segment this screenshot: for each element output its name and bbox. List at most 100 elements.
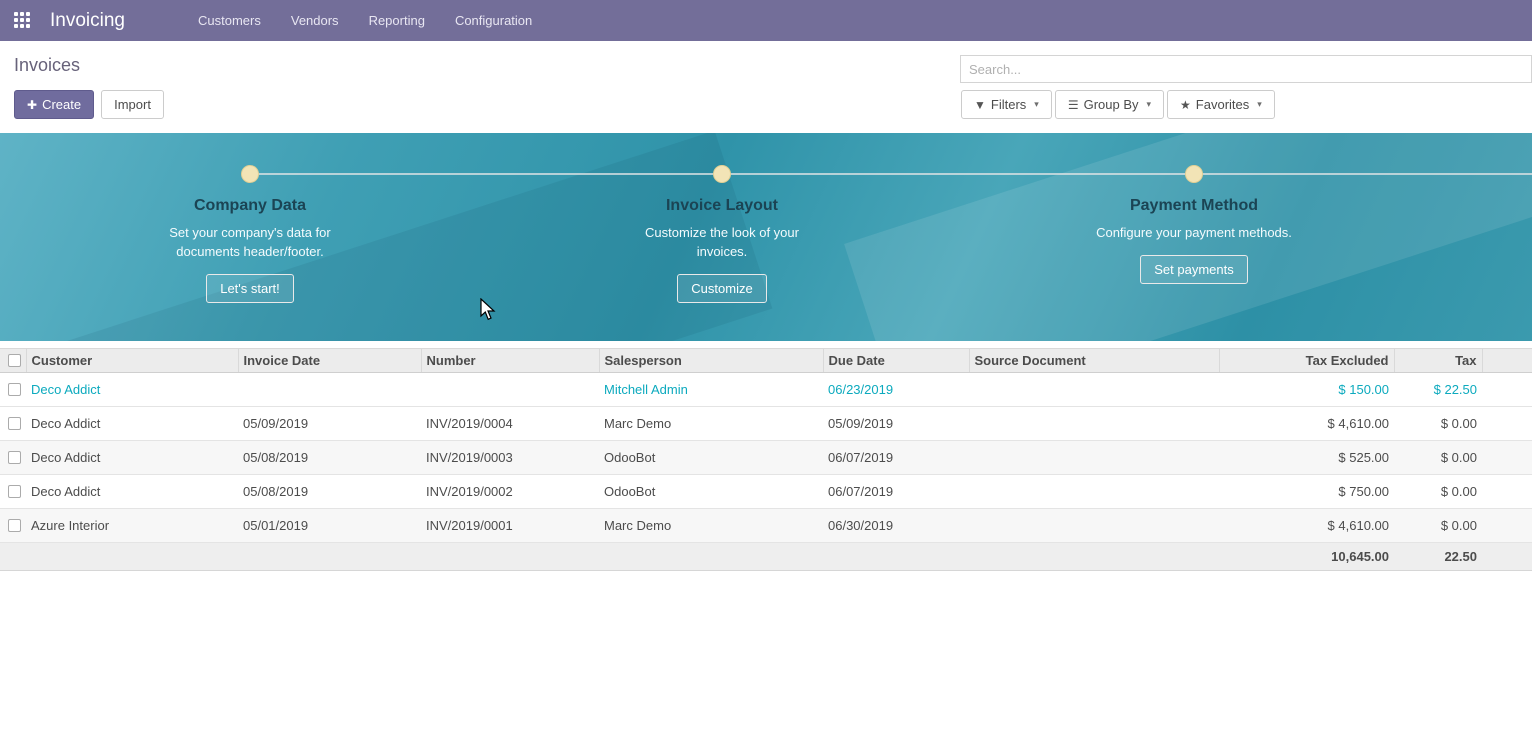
col-customer[interactable]: Customer — [26, 349, 238, 373]
cell-source-document — [969, 509, 1219, 543]
row-select-cell — [0, 441, 26, 475]
cell-source-document — [969, 373, 1219, 407]
row-select-cell — [0, 373, 26, 407]
cell-customer: Deco Addict — [26, 475, 238, 509]
cell-spacer — [1482, 373, 1532, 407]
cell-invoice-date: 05/08/2019 — [238, 441, 421, 475]
group-by-button[interactable]: ☰ Group By ▾ — [1055, 90, 1164, 119]
onboarding-banner: Company Data Set your company's data for… — [0, 133, 1532, 341]
cell-tax: $ 0.00 — [1394, 407, 1482, 441]
import-button[interactable]: Import — [101, 90, 164, 119]
cell-number: INV/2019/0001 — [421, 509, 599, 543]
control-panel: Invoices ✚ Create Import ▼︎ Filters ▾ ☰ … — [0, 41, 1532, 133]
table-header-row: Customer Invoice Date Number Salesperson… — [0, 349, 1532, 373]
table-row[interactable]: Deco Addict 05/08/2019 INV/2019/0003 Odo… — [0, 441, 1532, 475]
col-due-date[interactable]: Due Date — [823, 349, 969, 373]
cell-customer: Azure Interior — [26, 509, 238, 543]
onboarding-step-company-data: Company Data Set your company's data for… — [14, 133, 486, 303]
lets-start-button[interactable]: Let's start! — [206, 274, 294, 303]
col-tax[interactable]: Tax — [1394, 349, 1482, 373]
onboarding-step-payment-method: Payment Method Configure your payment me… — [958, 133, 1430, 284]
cell-salesperson: OdooBot — [599, 475, 823, 509]
cell-tax-excluded: $ 150.00 — [1219, 373, 1394, 407]
cell-salesperson: Marc Demo — [599, 407, 823, 441]
chevron-down-icon: ▾ — [1257, 99, 1262, 110]
menu-customers[interactable]: Customers — [183, 0, 276, 41]
cell-salesperson: Mitchell Admin — [599, 373, 823, 407]
table-row[interactable]: Deco Addict 05/09/2019 INV/2019/0004 Mar… — [0, 407, 1532, 441]
menu-vendors[interactable]: Vendors — [276, 0, 354, 41]
cell-salesperson: Marc Demo — [599, 509, 823, 543]
menu-reporting[interactable]: Reporting — [354, 0, 440, 41]
cell-due-date: 05/09/2019 — [823, 407, 969, 441]
col-source-document[interactable]: Source Document — [969, 349, 1219, 373]
cell-due-date: 06/07/2019 — [823, 441, 969, 475]
filters-button[interactable]: ▼︎ Filters ▾ — [961, 90, 1052, 119]
step-description: Set your company's data for documents he… — [148, 223, 353, 261]
apps-grid-icon[interactable] — [14, 12, 32, 30]
tax-excluded-total: 10,645.00 — [1219, 543, 1394, 571]
cell-number: INV/2019/0002 — [421, 475, 599, 509]
cell-spacer — [1482, 475, 1532, 509]
select-all-cell — [0, 349, 26, 373]
favorites-button[interactable]: ★ Favorites ▾ — [1167, 90, 1275, 119]
menu-configuration[interactable]: Configuration — [440, 0, 547, 41]
filter-icon: ▼︎ — [974, 98, 986, 112]
onboarding-step-invoice-layout: Invoice Layout Customize the look of you… — [486, 133, 958, 303]
cell-tax: $ 22.50 — [1394, 373, 1482, 407]
top-navbar: Invoicing Customers Vendors Reporting Co… — [0, 0, 1532, 41]
row-checkbox[interactable] — [8, 383, 21, 396]
cell-number — [421, 373, 599, 407]
invoice-table-body: Deco Addict Mitchell Admin 06/23/2019 $ … — [0, 373, 1532, 543]
step-description: Configure your payment methods. — [1069, 223, 1319, 242]
row-checkbox[interactable] — [8, 519, 21, 532]
row-checkbox[interactable] — [8, 485, 21, 498]
table-row[interactable]: Deco Addict 05/08/2019 INV/2019/0002 Odo… — [0, 475, 1532, 509]
search-input[interactable] — [961, 56, 1531, 82]
table-footer-row: 10,645.00 22.50 — [0, 543, 1532, 571]
row-checkbox[interactable] — [8, 417, 21, 430]
chevron-down-icon: ▾ — [1147, 99, 1152, 110]
cell-number: INV/2019/0004 — [421, 407, 599, 441]
cell-due-date: 06/07/2019 — [823, 475, 969, 509]
customize-button[interactable]: Customize — [677, 274, 766, 303]
cell-due-date: 06/30/2019 — [823, 509, 969, 543]
table-row[interactable]: Deco Addict Mitchell Admin 06/23/2019 $ … — [0, 373, 1532, 407]
plus-icon: ✚ — [27, 98, 37, 112]
cell-source-document — [969, 407, 1219, 441]
set-payments-button[interactable]: Set payments — [1140, 255, 1248, 284]
search-bar — [960, 55, 1532, 83]
col-salesperson[interactable]: Salesperson — [599, 349, 823, 373]
list-icon: ☰ — [1068, 98, 1079, 112]
cell-spacer — [1482, 441, 1532, 475]
tax-total: 22.50 — [1394, 543, 1482, 571]
cell-spacer — [1482, 407, 1532, 441]
create-button[interactable]: ✚ Create — [14, 90, 94, 119]
cell-customer: Deco Addict — [26, 407, 238, 441]
step-title: Company Data — [14, 197, 486, 215]
cell-customer: Deco Addict — [26, 441, 238, 475]
page-title: Invoices — [14, 55, 80, 76]
cell-tax: $ 0.00 — [1394, 509, 1482, 543]
row-checkbox[interactable] — [8, 451, 21, 464]
cell-number: INV/2019/0003 — [421, 441, 599, 475]
col-spacer — [1482, 349, 1532, 373]
star-icon: ★ — [1180, 98, 1191, 112]
cell-tax-excluded: $ 4,610.00 — [1219, 407, 1394, 441]
app-title[interactable]: Invoicing — [42, 10, 133, 32]
step-dot — [1185, 165, 1203, 183]
chevron-down-icon: ▾ — [1034, 99, 1039, 110]
select-all-checkbox[interactable] — [8, 354, 21, 367]
col-number[interactable]: Number — [421, 349, 599, 373]
table-row[interactable]: Azure Interior 05/01/2019 INV/2019/0001 … — [0, 509, 1532, 543]
col-invoice-date[interactable]: Invoice Date — [238, 349, 421, 373]
step-dot — [241, 165, 259, 183]
cell-invoice-date: 05/08/2019 — [238, 475, 421, 509]
cell-source-document — [969, 441, 1219, 475]
cell-invoice-date: 05/01/2019 — [238, 509, 421, 543]
cell-tax: $ 0.00 — [1394, 475, 1482, 509]
row-select-cell — [0, 509, 26, 543]
col-tax-excluded[interactable]: Tax Excluded — [1219, 349, 1394, 373]
step-dot — [713, 165, 731, 183]
row-select-cell — [0, 475, 26, 509]
